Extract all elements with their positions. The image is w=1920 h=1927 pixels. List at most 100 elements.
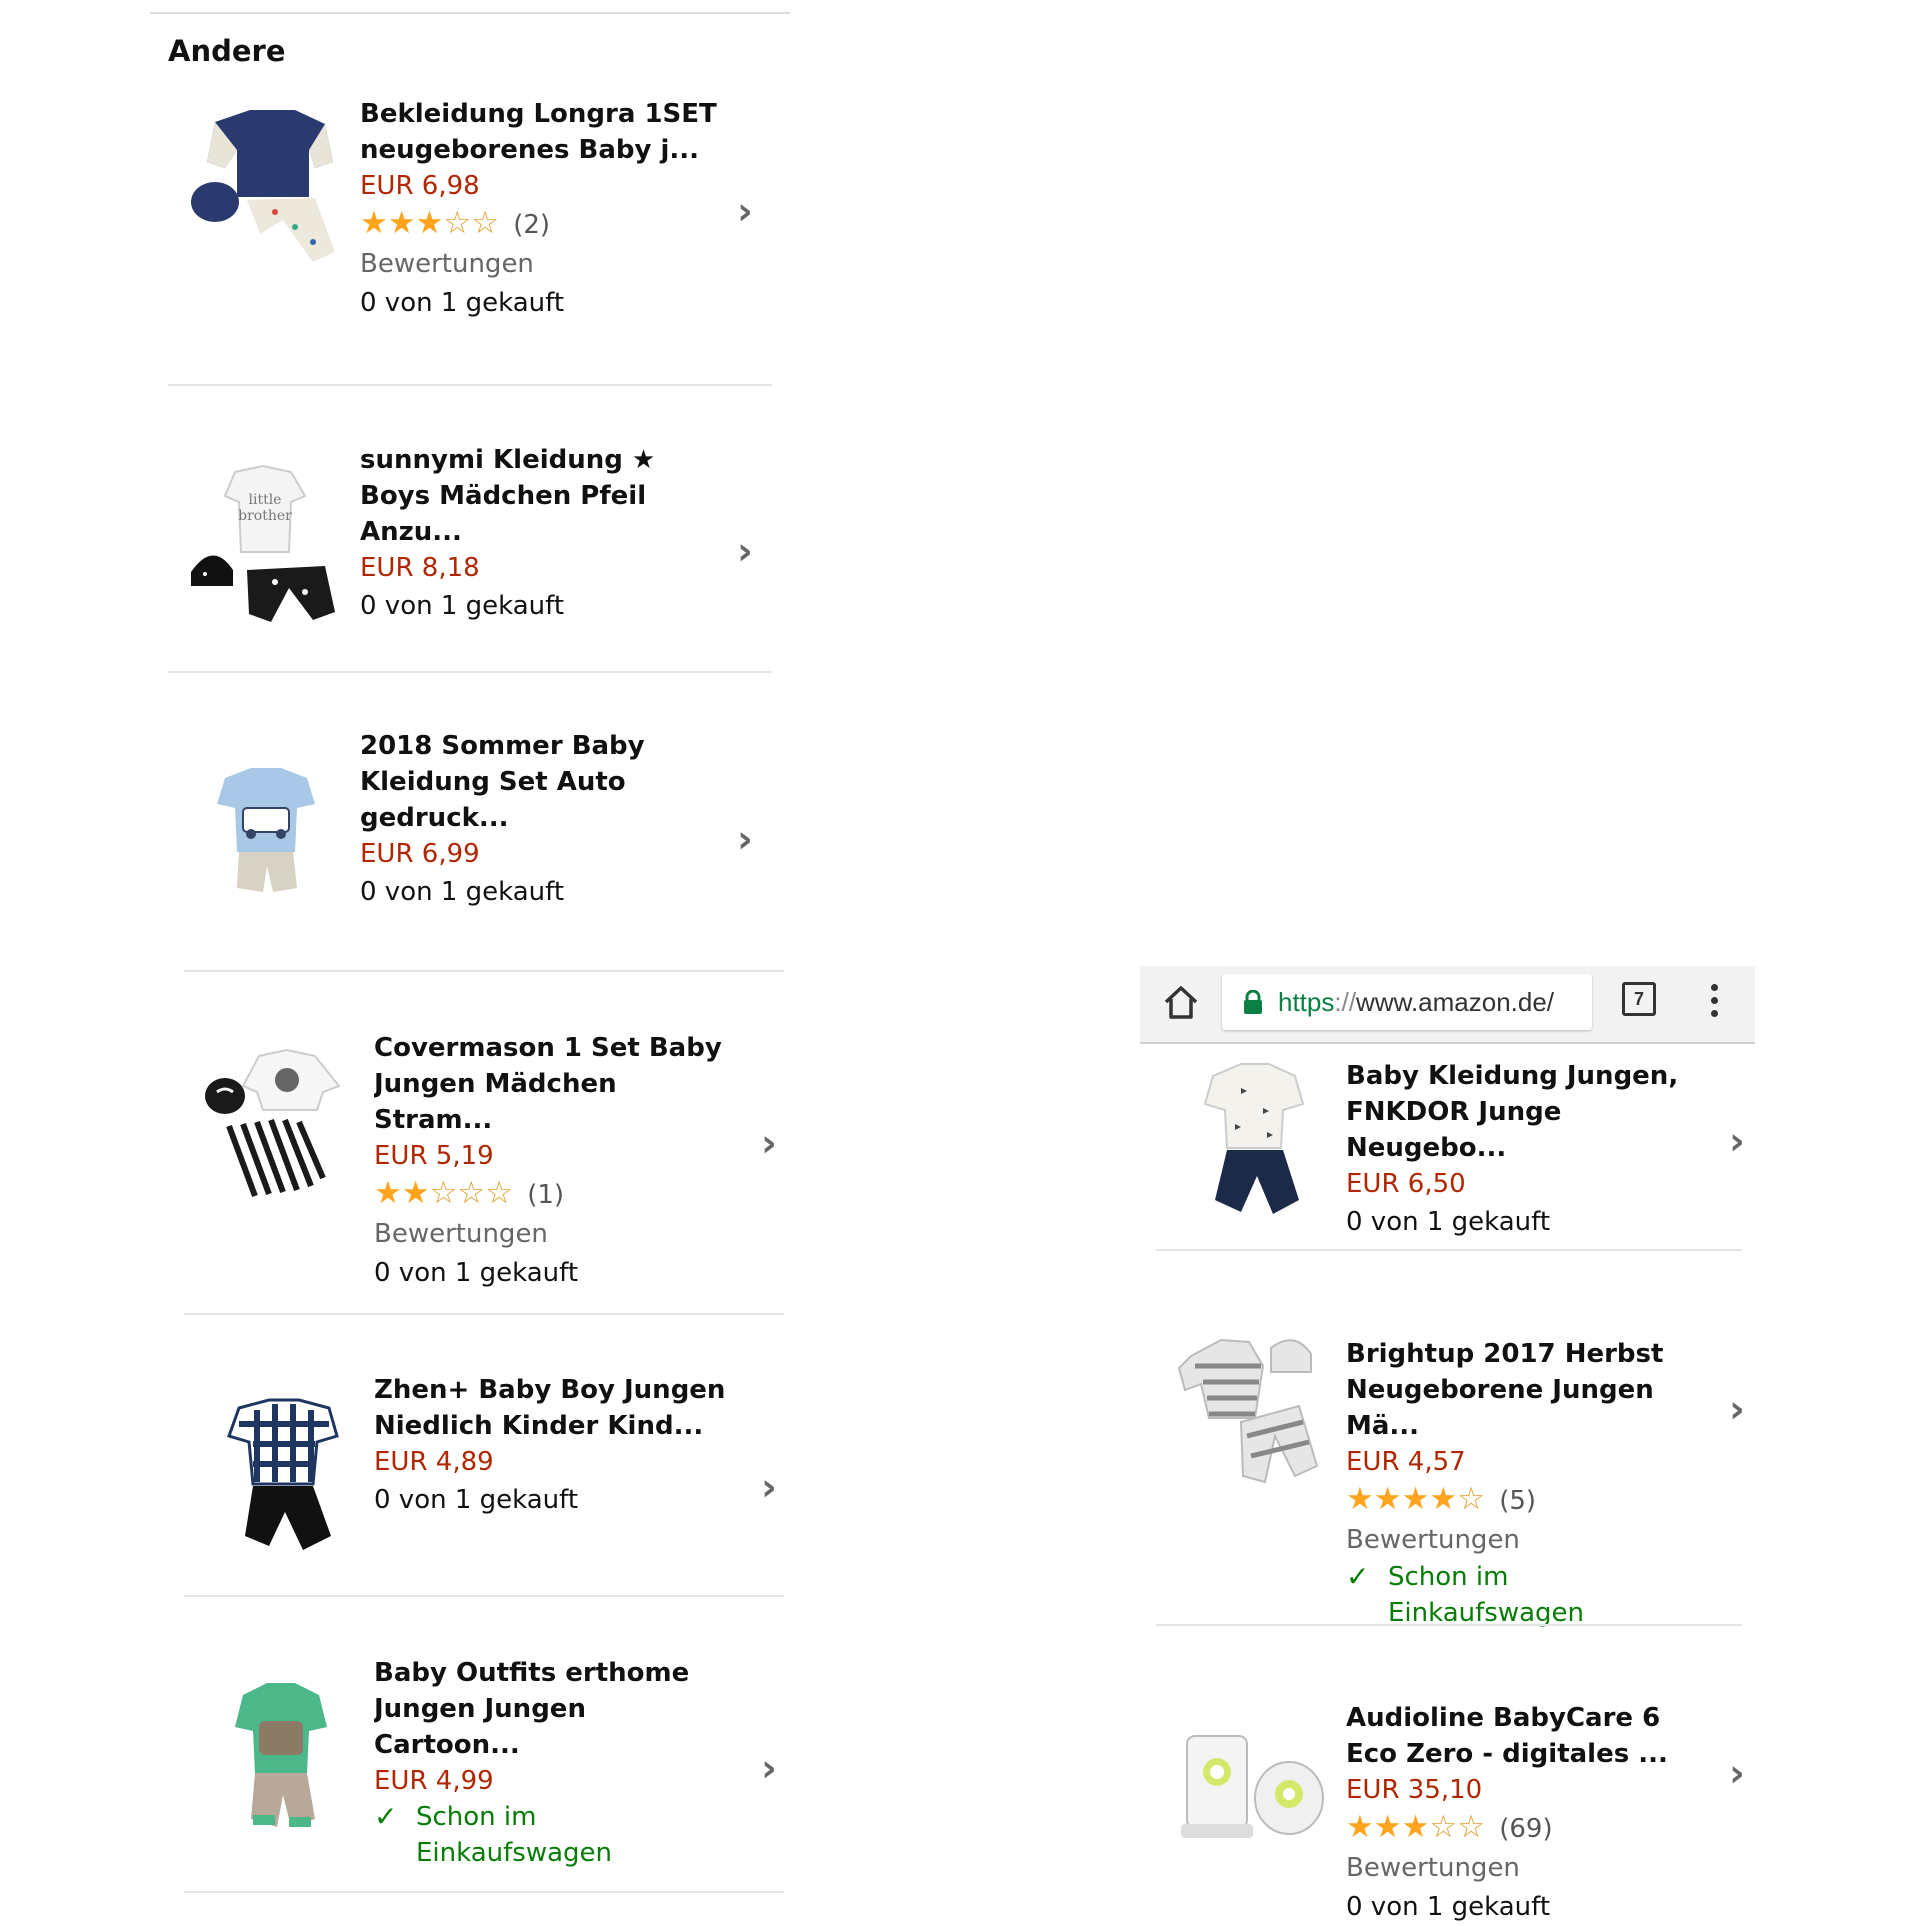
- rating-count[interactable]: (1): [527, 1180, 564, 1210]
- purchase-status: 0 von 1 gekauft: [360, 591, 565, 621]
- divider: [1156, 1624, 1742, 1626]
- star-empty-icon: ☆: [485, 1174, 513, 1211]
- product-price: EUR 4,99: [374, 1766, 494, 1796]
- in-cart-status: ✓ Schon im Einkaufswagen: [374, 1799, 734, 1871]
- product-rating: ★★★☆☆ (69): [1346, 1808, 1686, 1849]
- chevron-right-icon[interactable]: ›: [1722, 1754, 1752, 1792]
- star-empty-icon: ☆: [471, 204, 499, 241]
- rating-count[interactable]: (5): [1499, 1486, 1536, 1516]
- purchase-status: 0 von 1 gekauft: [374, 1257, 579, 1288]
- url-separator: ://: [1334, 987, 1357, 1017]
- product-image[interactable]: [1168, 1714, 1333, 1879]
- product-image[interactable]: [1168, 1058, 1333, 1223]
- divider: [184, 1595, 784, 1597]
- product-price: EUR 6,98: [360, 171, 480, 201]
- product-item[interactable]: Bekleidung Longra 1SET neugeborenes Baby…: [168, 96, 772, 366]
- product-title[interactable]: 2018 Sommer Baby Kleidung Set Auto gedru…: [360, 728, 720, 836]
- chevron-right-icon[interactable]: ›: [754, 1124, 784, 1162]
- star-full-icon: ★: [1346, 1480, 1374, 1517]
- product-price: EUR 4,89: [374, 1447, 494, 1477]
- product-image[interactable]: [196, 1046, 361, 1211]
- product-image[interactable]: [196, 1677, 361, 1842]
- purchase-status: 0 von 1 gekauft: [360, 287, 565, 318]
- reviews-label: Bewertungen: [360, 248, 534, 279]
- star-full-icon: ★: [1373, 1808, 1402, 1845]
- star-full-icon: ★: [1401, 1480, 1430, 1517]
- divider: [1156, 1249, 1742, 1251]
- star-full-icon: ★: [1373, 1480, 1402, 1517]
- star-rating: ★★★☆☆: [1346, 1809, 1485, 1849]
- home-icon[interactable]: [1158, 980, 1204, 1026]
- star-rating: ★★☆☆☆: [374, 1175, 513, 1215]
- star-empty-icon: ☆: [1457, 1480, 1485, 1517]
- rating-count[interactable]: (2): [513, 210, 550, 240]
- product-item[interactable]: little brother sunnymi Kleidung ★ Boys M…: [168, 442, 772, 622]
- star-full-icon: ★: [374, 1174, 402, 1211]
- tab-switcher-button[interactable]: 7: [1622, 982, 1656, 1016]
- product-title[interactable]: Audioline BabyCare 6 Eco Zero - digitale…: [1346, 1700, 1686, 1772]
- product-title[interactable]: Covermason 1 Set Baby Jungen Mädchen Str…: [374, 1030, 734, 1138]
- svg-text:little: little: [248, 492, 281, 508]
- star-full-icon: ★: [1346, 1808, 1374, 1845]
- url-bar[interactable]: https://www.amazon.de/: [1222, 974, 1592, 1030]
- product-item[interactable]: Audioline BabyCare 6 Eco Zero - digitale…: [1154, 1700, 1758, 1922]
- chevron-right-icon[interactable]: ›: [1722, 1390, 1752, 1428]
- product-title[interactable]: Brightup 2017 Herbst Neugeborene Jungen …: [1346, 1336, 1686, 1444]
- star-rating: ★★★★☆: [1346, 1481, 1485, 1521]
- reviews-label: Bewertungen: [1346, 1852, 1520, 1883]
- product-item[interactable]: Zhen+ Baby Boy Jungen Niedlich Kinder Ki…: [182, 1372, 786, 1552]
- rating-count[interactable]: (69): [1499, 1814, 1552, 1844]
- product-title[interactable]: Zhen+ Baby Boy Jungen Niedlich Kinder Ki…: [374, 1372, 734, 1444]
- top-divider: [150, 12, 790, 14]
- divider: [168, 384, 772, 386]
- section-title: Andere: [168, 34, 286, 68]
- right-browser-window: https://www.amazon.de/ 7 Baby Kleidung J…: [1140, 966, 1758, 1922]
- product-item[interactable]: Covermason 1 Set Baby Jungen Mädchen Str…: [182, 1030, 786, 1300]
- product-title[interactable]: sunnymi Kleidung ★ Boys Mädchen Pfeil An…: [360, 442, 720, 550]
- checkmark-icon: ✓: [1346, 1559, 1370, 1593]
- chevron-right-icon[interactable]: ›: [730, 192, 760, 230]
- divider: [168, 671, 772, 673]
- product-title[interactable]: Baby Kleidung Jungen, FNKDOR Junge Neuge…: [1346, 1058, 1686, 1166]
- checkmark-icon: ✓: [374, 1800, 398, 1833]
- product-image[interactable]: [1168, 1326, 1333, 1491]
- product-image[interactable]: little brother: [182, 462, 347, 627]
- product-title[interactable]: Bekleidung Longra 1SET neugeborenes Baby…: [360, 96, 720, 168]
- more-vert-icon[interactable]: [1708, 980, 1720, 1026]
- reviews-label: Bewertungen: [374, 1218, 548, 1249]
- product-rating: ★★☆☆☆ (1): [374, 1174, 734, 1215]
- browser-toolbar: https://www.amazon.de/ 7: [1140, 966, 1755, 1044]
- product-item[interactable]: 2018 Sommer Baby Kleidung Set Auto gedru…: [168, 728, 772, 948]
- product-item[interactable]: Brightup 2017 Herbst Neugeborene Jungen …: [1154, 1336, 1758, 1628]
- chevron-right-icon[interactable]: ›: [754, 1468, 784, 1506]
- url-text[interactable]: https://www.amazon.de/: [1278, 985, 1554, 1019]
- chevron-right-icon[interactable]: ›: [754, 1749, 784, 1787]
- product-rating: ★★★☆☆ (2): [360, 204, 720, 245]
- product-title[interactable]: Baby Outfits erthome Jungen Jungen Carto…: [374, 1655, 734, 1763]
- in-cart-status: ✓ Schon im Einkaufswagen: [1346, 1559, 1686, 1631]
- in-cart-label: Schon im Einkaufswagen: [416, 1802, 613, 1868]
- chevron-right-icon[interactable]: ›: [730, 820, 760, 858]
- left-product-list: Andere Bekleidung Longra 1SET neugeboren…: [150, 0, 790, 1920]
- product-image[interactable]: [182, 102, 347, 267]
- purchase-status: 0 von 1 gekauft: [1346, 1891, 1551, 1922]
- product-item[interactable]: Baby Outfits erthome Jungen Jungen Carto…: [182, 1655, 786, 1868]
- purchase-status: 0 von 1 gekauft: [1346, 1207, 1551, 1237]
- divider: [184, 1313, 784, 1315]
- product-price: EUR 5,19: [374, 1141, 494, 1171]
- product-price: EUR 4,57: [1346, 1447, 1466, 1477]
- star-full-icon: ★: [1429, 1480, 1458, 1517]
- product-price: EUR 35,10: [1346, 1775, 1483, 1805]
- chevron-right-icon[interactable]: ›: [730, 532, 760, 570]
- product-image[interactable]: [196, 1396, 361, 1561]
- divider: [184, 1891, 784, 1893]
- star-empty-icon: ☆: [457, 1174, 486, 1211]
- product-price: EUR 6,99: [360, 839, 480, 869]
- product-image[interactable]: [182, 748, 347, 913]
- product-item[interactable]: Baby Kleidung Jungen, FNKDOR Junge Neuge…: [1154, 1058, 1758, 1248]
- chevron-right-icon[interactable]: ›: [1722, 1122, 1752, 1160]
- star-full-icon: ★: [1401, 1808, 1430, 1845]
- reviews-label: Bewertungen: [1346, 1524, 1520, 1555]
- product-price: EUR 8,18: [360, 553, 480, 583]
- lock-icon: [1244, 990, 1262, 1014]
